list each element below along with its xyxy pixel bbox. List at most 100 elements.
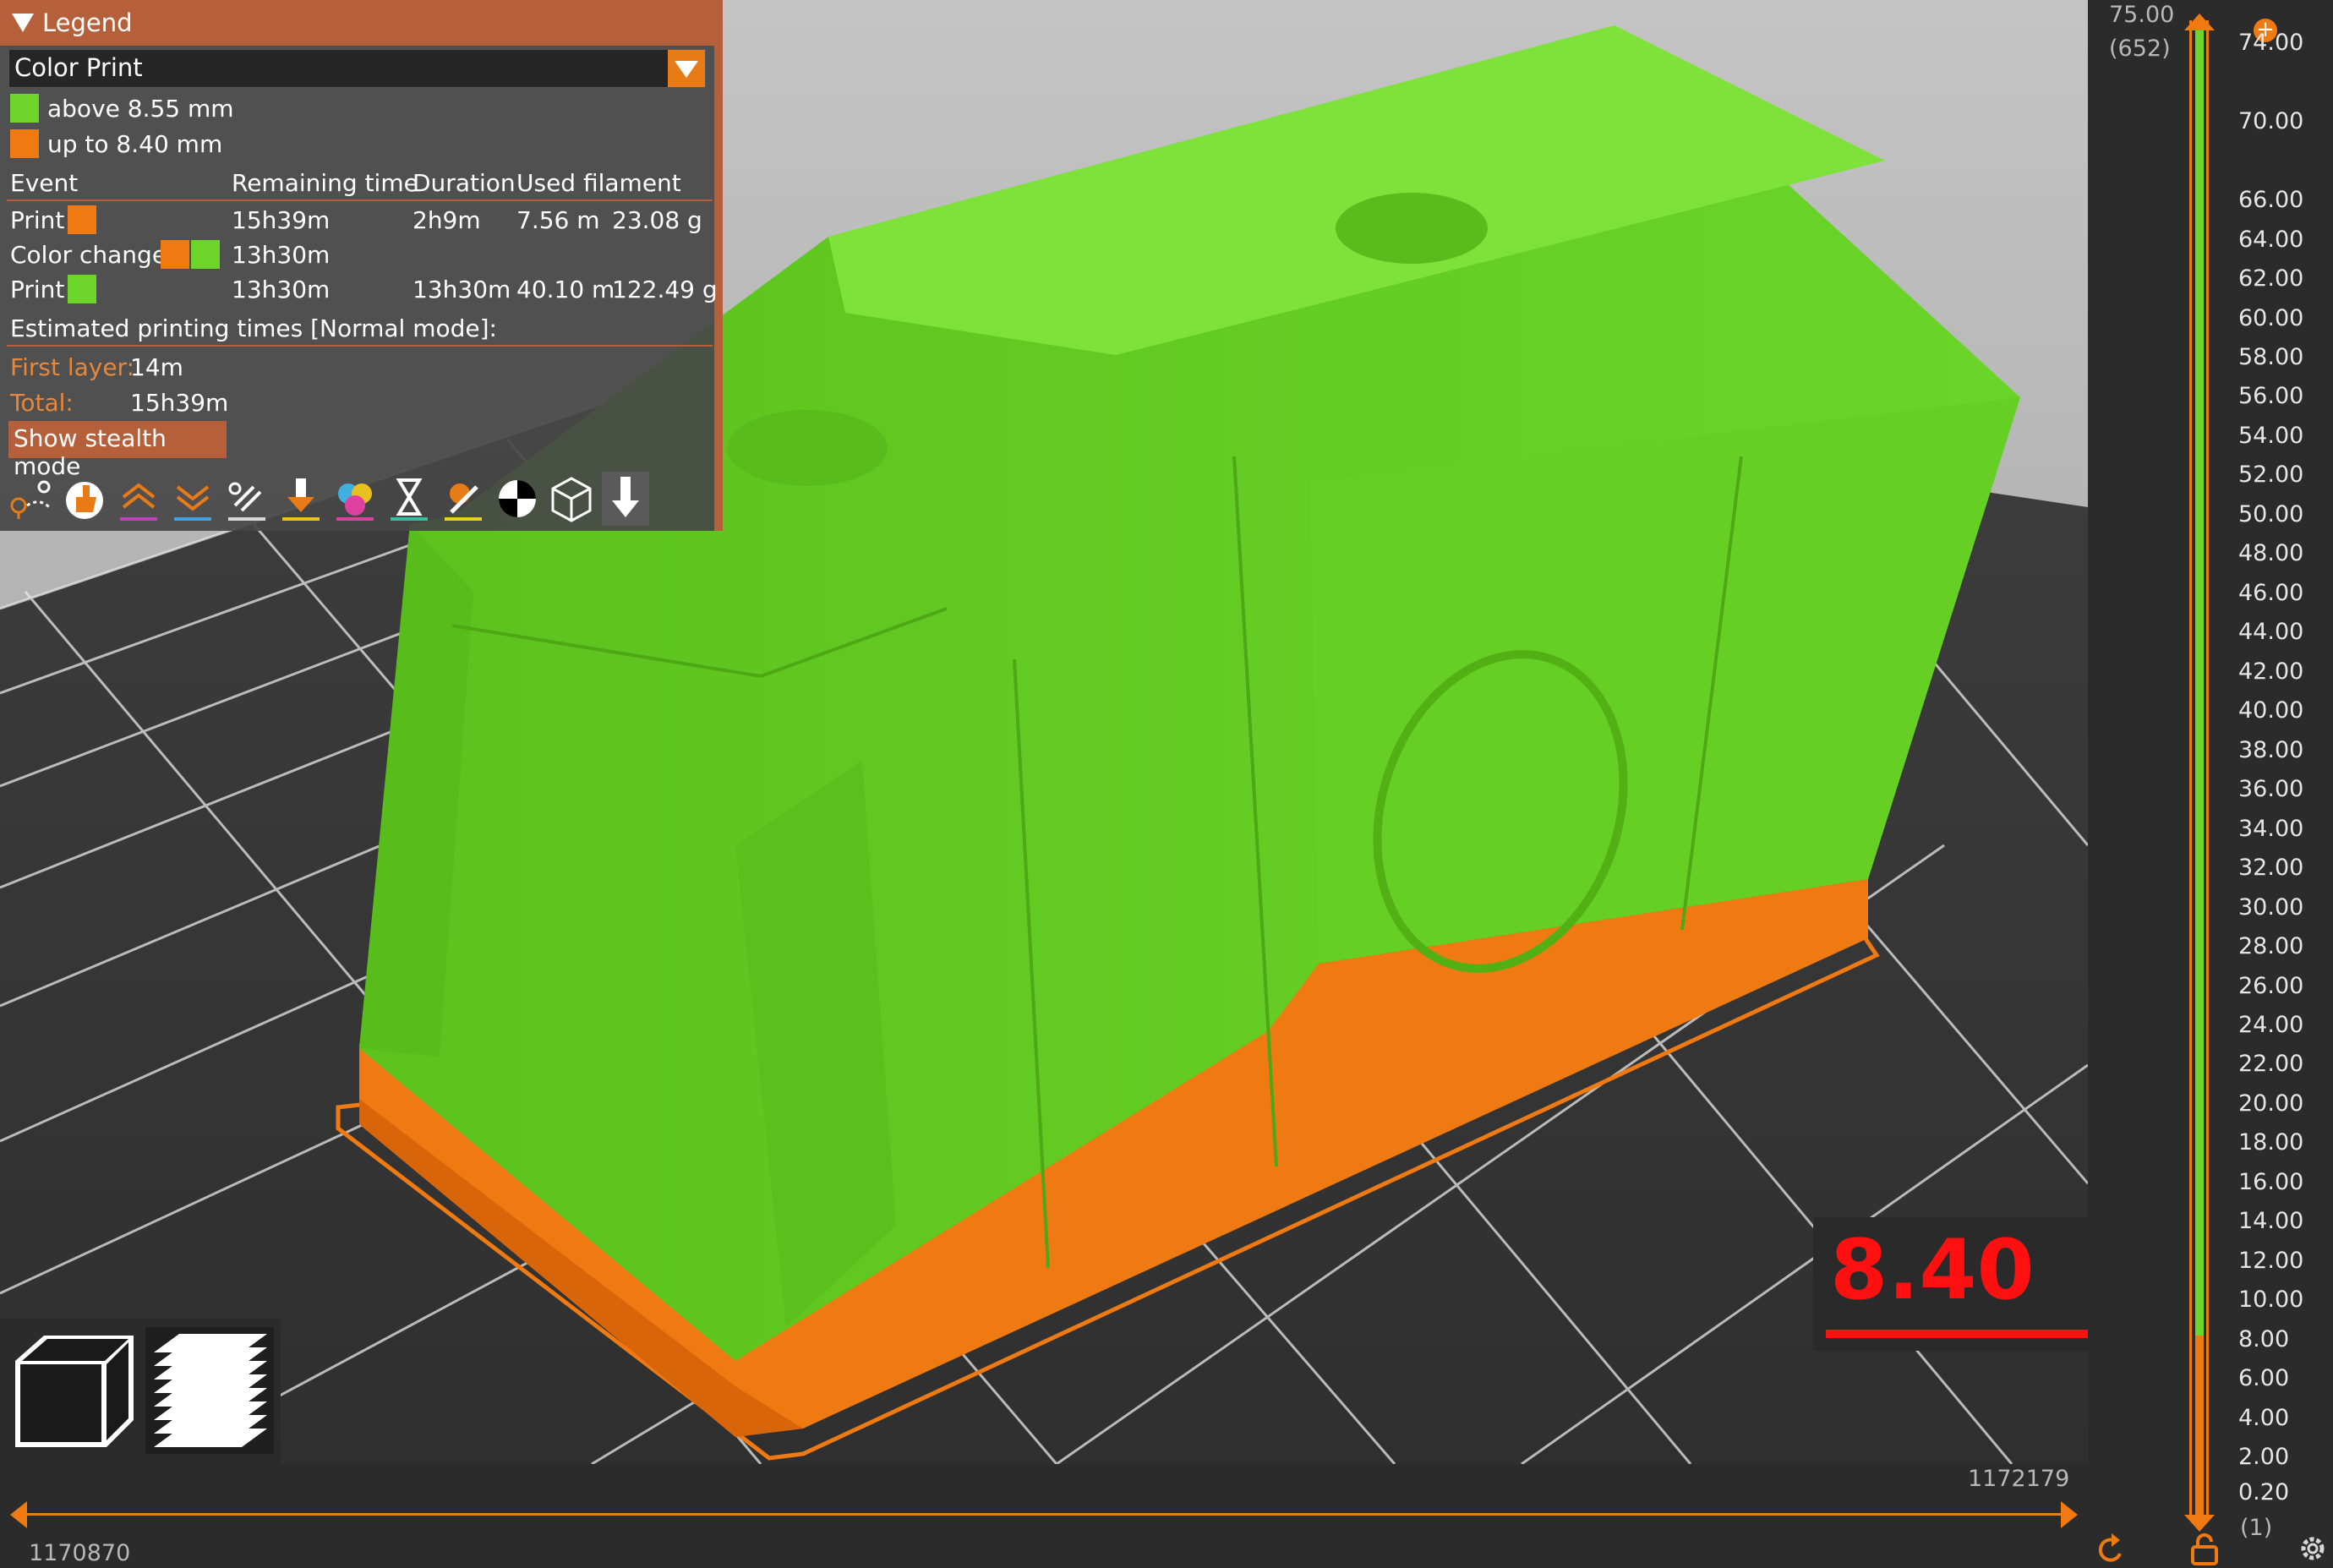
view-mode-panel (0, 1319, 281, 1464)
slider-tick-label: 28.00 (2238, 933, 2304, 959)
upper-thumb[interactable] (2184, 14, 2215, 30)
slider-tick-label: 8.00 (2238, 1326, 2290, 1352)
deretractions-icon[interactable] (169, 472, 216, 526)
header-duration: Duration (413, 169, 516, 197)
show-stealth-mode-button[interactable]: Show stealth mode (8, 421, 227, 480)
row-duration: 13h30m (413, 276, 511, 303)
slider-tick-label: 22.00 (2238, 1051, 2304, 1077)
legend-toolbar (7, 472, 666, 526)
row-duration: 2h9m (413, 206, 481, 234)
unlock-icon[interactable] (2189, 1533, 2220, 1565)
slider-tick-label: 26.00 (2238, 973, 2304, 999)
slider-tick-label: 40.00 (2238, 697, 2304, 724)
bottom-layer-number: (1) (2240, 1515, 2273, 1541)
gear-icon[interactable] (2297, 1533, 2328, 1564)
row-swatch-green (191, 240, 220, 269)
slider-tick-label: 60.00 (2238, 305, 2304, 331)
slider-tick-label: 52.00 (2238, 462, 2304, 488)
hslider-left-value: 1170870 (29, 1540, 131, 1566)
slider-tick-label: 30.00 (2238, 894, 2304, 921)
tool-changes-icon[interactable] (277, 472, 325, 526)
header-used-filament: Used filament (516, 169, 681, 197)
horizontal-move-slider[interactable]: 1172179 1170870 (0, 1464, 2088, 1568)
travel-icon[interactable] (7, 472, 54, 526)
header-remaining-time: Remaining time (232, 169, 418, 197)
legend-panel: Legend Color Print above 8.55 mm up to 8… (0, 0, 723, 531)
legend-title: Legend (42, 8, 133, 37)
slider-tick-label: 32.00 (2238, 855, 2304, 881)
slider-track-edge (2189, 20, 2192, 1516)
layers-view-icon[interactable] (145, 1327, 274, 1454)
slider-tick-label: 54.00 (2238, 423, 2304, 449)
row-swatch-green (68, 275, 96, 303)
chevron-down-icon[interactable] (668, 50, 705, 87)
center-of-gravity-icon[interactable] (494, 472, 541, 526)
collapse-triangle-icon[interactable] (12, 14, 34, 32)
custom-gcodes-icon[interactable] (440, 472, 487, 526)
header-event: Event (10, 169, 79, 197)
total-value: 15h39m (130, 389, 229, 417)
retractions-icon[interactable] (115, 472, 162, 526)
slider-tick-label: 46.00 (2238, 580, 2304, 606)
current-height-value: 8.40 (1830, 1222, 2035, 1319)
row-weight: 122.49 g (612, 276, 718, 303)
slider-tick-label: 12.00 (2238, 1248, 2304, 1274)
row-weight: 23.08 g (612, 206, 702, 234)
row-length: 40.10 m (516, 276, 615, 303)
color-item-label: up to 8.40 mm (47, 130, 223, 158)
hslider-track (19, 1513, 2073, 1516)
pause-prints-icon[interactable] (385, 472, 433, 526)
slider-tick-label: 74.00 (2238, 30, 2304, 56)
row-length: 7.56 m (516, 206, 600, 234)
slider-tick-label: 24.00 (2238, 1012, 2304, 1038)
hslider-right-value: 1172179 (1968, 1466, 2070, 1492)
slider-tick-label: 58.00 (2238, 344, 2304, 370)
slider-tick-label: 4.00 (2238, 1405, 2290, 1431)
header-separator (7, 199, 713, 201)
slider-tick-label: 70.00 (2238, 108, 2304, 134)
estimated-separator (7, 345, 713, 347)
slider-tick-label: 20.00 (2238, 1090, 2304, 1117)
slider-track-lower (2195, 1336, 2204, 1516)
slider-tick-label: 16.00 (2238, 1169, 2304, 1195)
slider-tick-label: 0.20 (2238, 1479, 2290, 1505)
slider-tick-label: 44.00 (2238, 619, 2304, 645)
hslider-right-thumb[interactable] (2061, 1501, 2078, 1528)
slider-tick-label: 36.00 (2238, 776, 2304, 802)
slider-tick-label: 18.00 (2238, 1129, 2304, 1156)
row-swatch-orange (68, 205, 96, 234)
top-height-value: 75.00 (2109, 2, 2175, 28)
row-event: Print (10, 276, 65, 303)
wipe-icon[interactable] (61, 472, 108, 526)
row-remaining: 13h30m (232, 241, 331, 269)
row-swatch-orange (161, 240, 189, 269)
slider-track-upper (2195, 20, 2204, 1336)
color-swatch-orange (10, 129, 39, 158)
slider-tick-label: 6.00 (2238, 1365, 2290, 1391)
slider-tick-label: 42.00 (2238, 658, 2304, 685)
slider-tick-label: 66.00 (2238, 187, 2304, 213)
legend-header[interactable]: Legend (0, 0, 723, 46)
tool-marker-icon[interactable] (602, 472, 649, 526)
slider-tick-label: 38.00 (2238, 737, 2304, 763)
view-type-dropdown[interactable]: Color Print (8, 49, 706, 88)
top-layer-number: (652) (2109, 36, 2171, 62)
slider-tick-label: 62.00 (2238, 265, 2304, 292)
lower-thumb[interactable] (2184, 1515, 2215, 1532)
first-layer-value: 14m (130, 353, 183, 381)
estimated-times-label: Estimated printing times [Normal mode]: (10, 314, 497, 342)
row-remaining: 15h39m (232, 206, 331, 234)
slider-tick-label: 10.00 (2238, 1287, 2304, 1313)
row-event: Color change (10, 241, 167, 269)
3d-view-cube-icon[interactable] (10, 1327, 137, 1454)
row-event: Print (10, 206, 65, 234)
seams-icon[interactable] (223, 472, 270, 526)
color-swatch-green (10, 94, 39, 123)
color-changes-icon[interactable] (331, 472, 379, 526)
slider-tick-label: 64.00 (2238, 227, 2304, 253)
hslider-left-thumb[interactable] (10, 1501, 27, 1528)
shells-icon[interactable] (548, 472, 595, 526)
view-type-value: Color Print (14, 53, 143, 82)
undo-icon[interactable] (2095, 1532, 2128, 1565)
slider-tick-label: 14.00 (2238, 1208, 2304, 1234)
